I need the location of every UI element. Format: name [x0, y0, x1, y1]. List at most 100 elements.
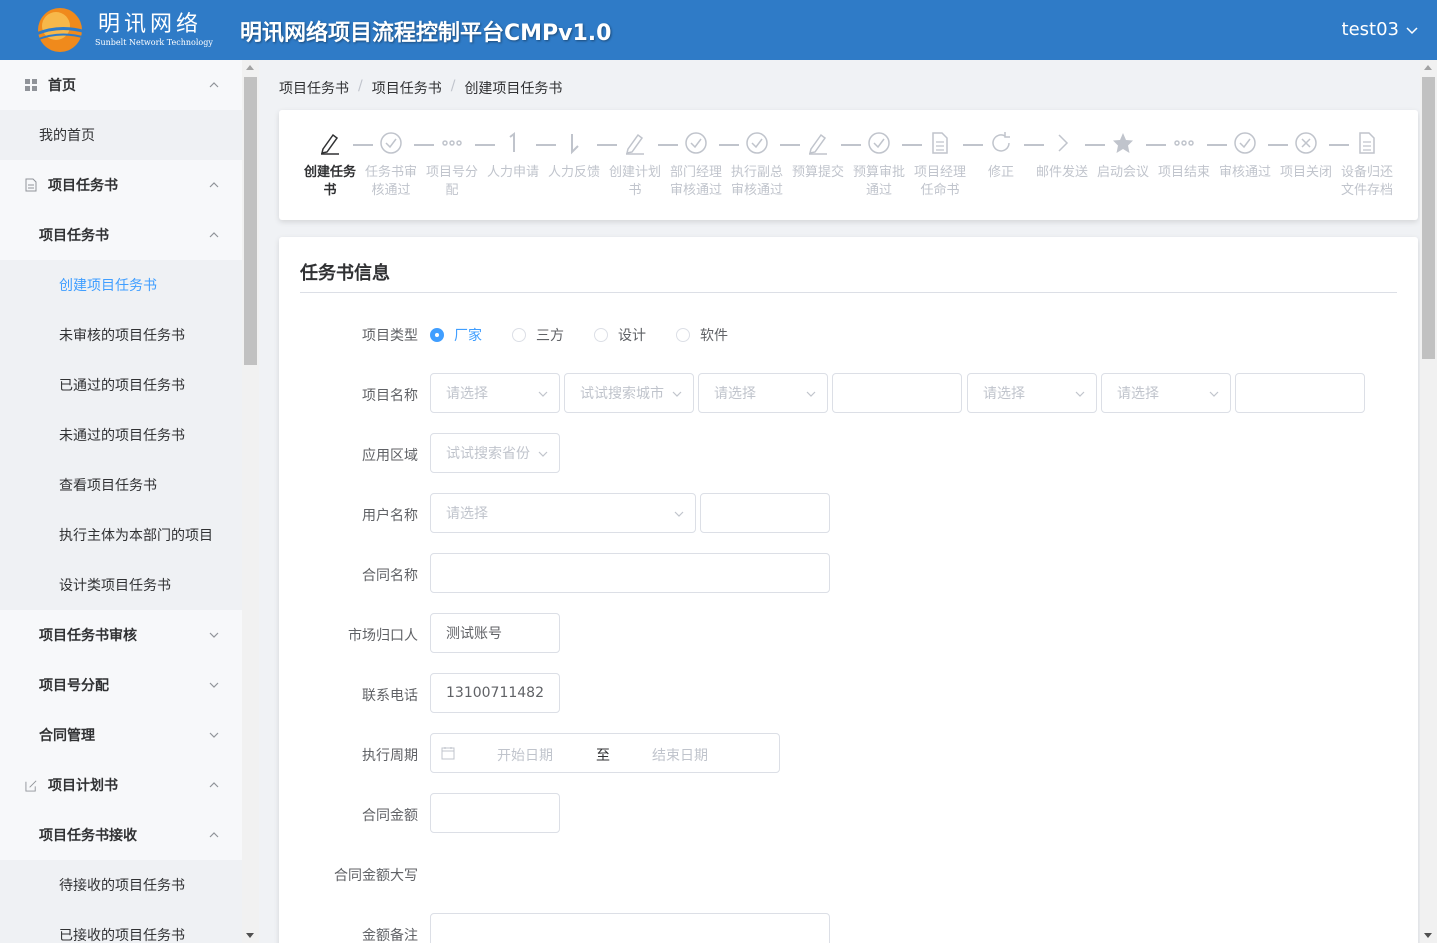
step-label: 项目结束 [1157, 165, 1210, 180]
sidebar-item-label: 已通过的项目任务书 [59, 378, 185, 394]
placeholder: 试试搜索城市 [580, 386, 664, 402]
sidebar-item-task-review[interactable]: 项目任务书审核 [0, 610, 242, 660]
sidebar-item-label: 已接收的项目任务书 [59, 928, 185, 943]
sidebar-item-unreviewed[interactable]: 未审核的项目任务书 [0, 310, 242, 360]
sidebar-item-approved[interactable]: 已通过的项目任务书 [0, 360, 242, 410]
step-6: 创建计划书 [607, 128, 663, 200]
chevron-up-icon [209, 182, 219, 188]
sidebar-item-project-number[interactable]: 项目号分配 [0, 660, 242, 710]
sidebar-item-pending-receive[interactable]: 待接收的项目任务书 [0, 860, 242, 910]
step-label: 人力申请 [486, 165, 539, 180]
sidebar-item-label: 合同管理 [39, 728, 95, 744]
placeholder: 请选择 [446, 506, 488, 522]
scroll-up-icon[interactable] [246, 65, 254, 70]
user-name-input[interactable] [700, 493, 830, 533]
amount-label: 合同金额 [362, 808, 418, 824]
radio-circle [594, 328, 608, 342]
input-value: 测试账号 [446, 626, 502, 642]
document-icon [912, 128, 968, 158]
placeholder: 请选择 [983, 386, 1025, 402]
sidebar-item-label: 未通过的项目任务书 [59, 428, 185, 444]
sidebar-item-task-book[interactable]: 项目任务书 [0, 160, 242, 210]
step-18: 设备归还 文件存档 [1339, 128, 1395, 200]
project-name-input-7[interactable] [1235, 373, 1365, 413]
start-date[interactable]: 开始日期 [497, 745, 553, 765]
scrollbar-thumb[interactable] [244, 77, 257, 365]
sidebar-item-home[interactable]: 首页 [0, 60, 242, 110]
sidebar-item-dept-projects[interactable]: 执行主体为本部门的项目 [0, 510, 242, 560]
sidebar-item-plan-book[interactable]: 项目计划书 [0, 760, 242, 810]
sidebar-item-label: 设计类项目任务书 [59, 578, 171, 594]
project-type-label: 项目类型 [362, 328, 418, 344]
sidebar-item-my-home[interactable]: 我的首页 [0, 110, 242, 160]
sidebar-item-label: 未审核的项目任务书 [59, 328, 185, 344]
step-16: 审核通过 [1217, 128, 1273, 182]
refresh-icon [973, 128, 1029, 158]
one-icon [485, 128, 541, 158]
sidebar-item-view[interactable]: 查看项目任务书 [0, 460, 242, 510]
input-value: 13100711482 [446, 685, 544, 701]
placeholder: 请选择 [714, 386, 756, 402]
chevron-down-icon [672, 391, 682, 397]
sidebar-item-received[interactable]: 已接收的项目任务书 [0, 910, 242, 943]
scroll-up-icon[interactable] [1424, 65, 1432, 70]
phone-input[interactable]: 13100711482 [430, 673, 560, 713]
project-name-label: 项目名称 [362, 388, 418, 404]
step-17: 项目关闭 [1278, 128, 1334, 182]
project-name-select-5[interactable]: 请选择 [967, 373, 1097, 413]
step-label: 创建任务书 [303, 165, 356, 198]
sidebar-scrollbar[interactable] [242, 60, 259, 943]
user-menu[interactable]: test03 [1342, 19, 1419, 40]
sidebar-item-task-book-sub[interactable]: 项目任务书 [0, 210, 242, 260]
project-name-select-6[interactable]: 请选择 [1101, 373, 1231, 413]
star-icon [1095, 128, 1151, 158]
amount-note-label: 金额备注 [362, 928, 418, 943]
scroll-down-icon[interactable] [246, 933, 254, 938]
period-date-range[interactable]: 开始日期 至 结束日期 [430, 733, 780, 773]
chevron-up-icon [209, 232, 219, 238]
sidebar-item-label: 创建项目任务书 [59, 278, 157, 294]
sidebar-item-task-receive[interactable]: 项目任务书接收 [0, 810, 242, 860]
radio-design[interactable]: 设计 [594, 325, 646, 345]
breadcrumb-item[interactable]: 项目任务书 [279, 78, 349, 98]
sidebar-item-create-task-book[interactable]: 创建项目任务书 [0, 260, 242, 310]
sidebar-item-contract[interactable]: 合同管理 [0, 710, 242, 760]
amount-input[interactable] [430, 793, 560, 833]
chevron-down-icon [1406, 26, 1418, 34]
scrollbar-thumb[interactable] [1422, 77, 1435, 359]
app-title: 明讯网络项目流程控制平台CMPv1.0 [240, 21, 612, 46]
project-name-select-1[interactable]: 请选择 [430, 373, 560, 413]
scroll-down-icon[interactable] [1424, 933, 1432, 938]
sidebar-item-design[interactable]: 设计类项目任务书 [0, 560, 242, 610]
more-icon [424, 128, 480, 158]
sidebar-item-label: 项目计划书 [48, 778, 118, 794]
step-label: 执行副总 审核通过 [730, 165, 783, 198]
project-name-city-select[interactable]: 试试搜索城市 [564, 373, 694, 413]
breadcrumb-item[interactable]: 项目任务书 [372, 78, 442, 98]
project-name-input-4[interactable] [832, 373, 962, 413]
chevron-down-icon [1075, 391, 1085, 397]
close-circle-icon [1278, 128, 1334, 158]
sidebar-item-rejected[interactable]: 未通过的项目任务书 [0, 410, 242, 460]
grid-icon [24, 78, 38, 92]
contract-name-input[interactable] [430, 553, 830, 593]
radio-software[interactable]: 软件 [676, 325, 728, 345]
region-select[interactable]: 试试搜索省份 [430, 433, 560, 473]
chevron-up-icon [209, 832, 219, 838]
radio-label: 三方 [536, 328, 564, 344]
market-owner-input[interactable]: 测试账号 [430, 613, 560, 653]
radio-third-party[interactable]: 三方 [512, 325, 564, 345]
period-label: 执行周期 [362, 748, 418, 764]
main-scrollbar[interactable] [1420, 60, 1437, 943]
chevron-up-icon [209, 782, 219, 788]
sidebar-item-label: 我的首页 [39, 128, 95, 144]
radio-vendor[interactable]: 厂家 [430, 325, 482, 345]
end-date[interactable]: 结束日期 [652, 745, 708, 765]
radio-label: 设计 [618, 328, 646, 344]
amount-note-input[interactable] [430, 913, 830, 943]
user-name-select[interactable]: 请选择 [430, 493, 696, 533]
radio-label: 厂家 [454, 328, 482, 344]
top-header: 明讯网络 Sunbelt Network Technology 明讯网络项目流程… [0, 0, 1437, 60]
step-7: 部门经理 审核通过 [668, 128, 724, 200]
project-name-select-3[interactable]: 请选择 [698, 373, 828, 413]
